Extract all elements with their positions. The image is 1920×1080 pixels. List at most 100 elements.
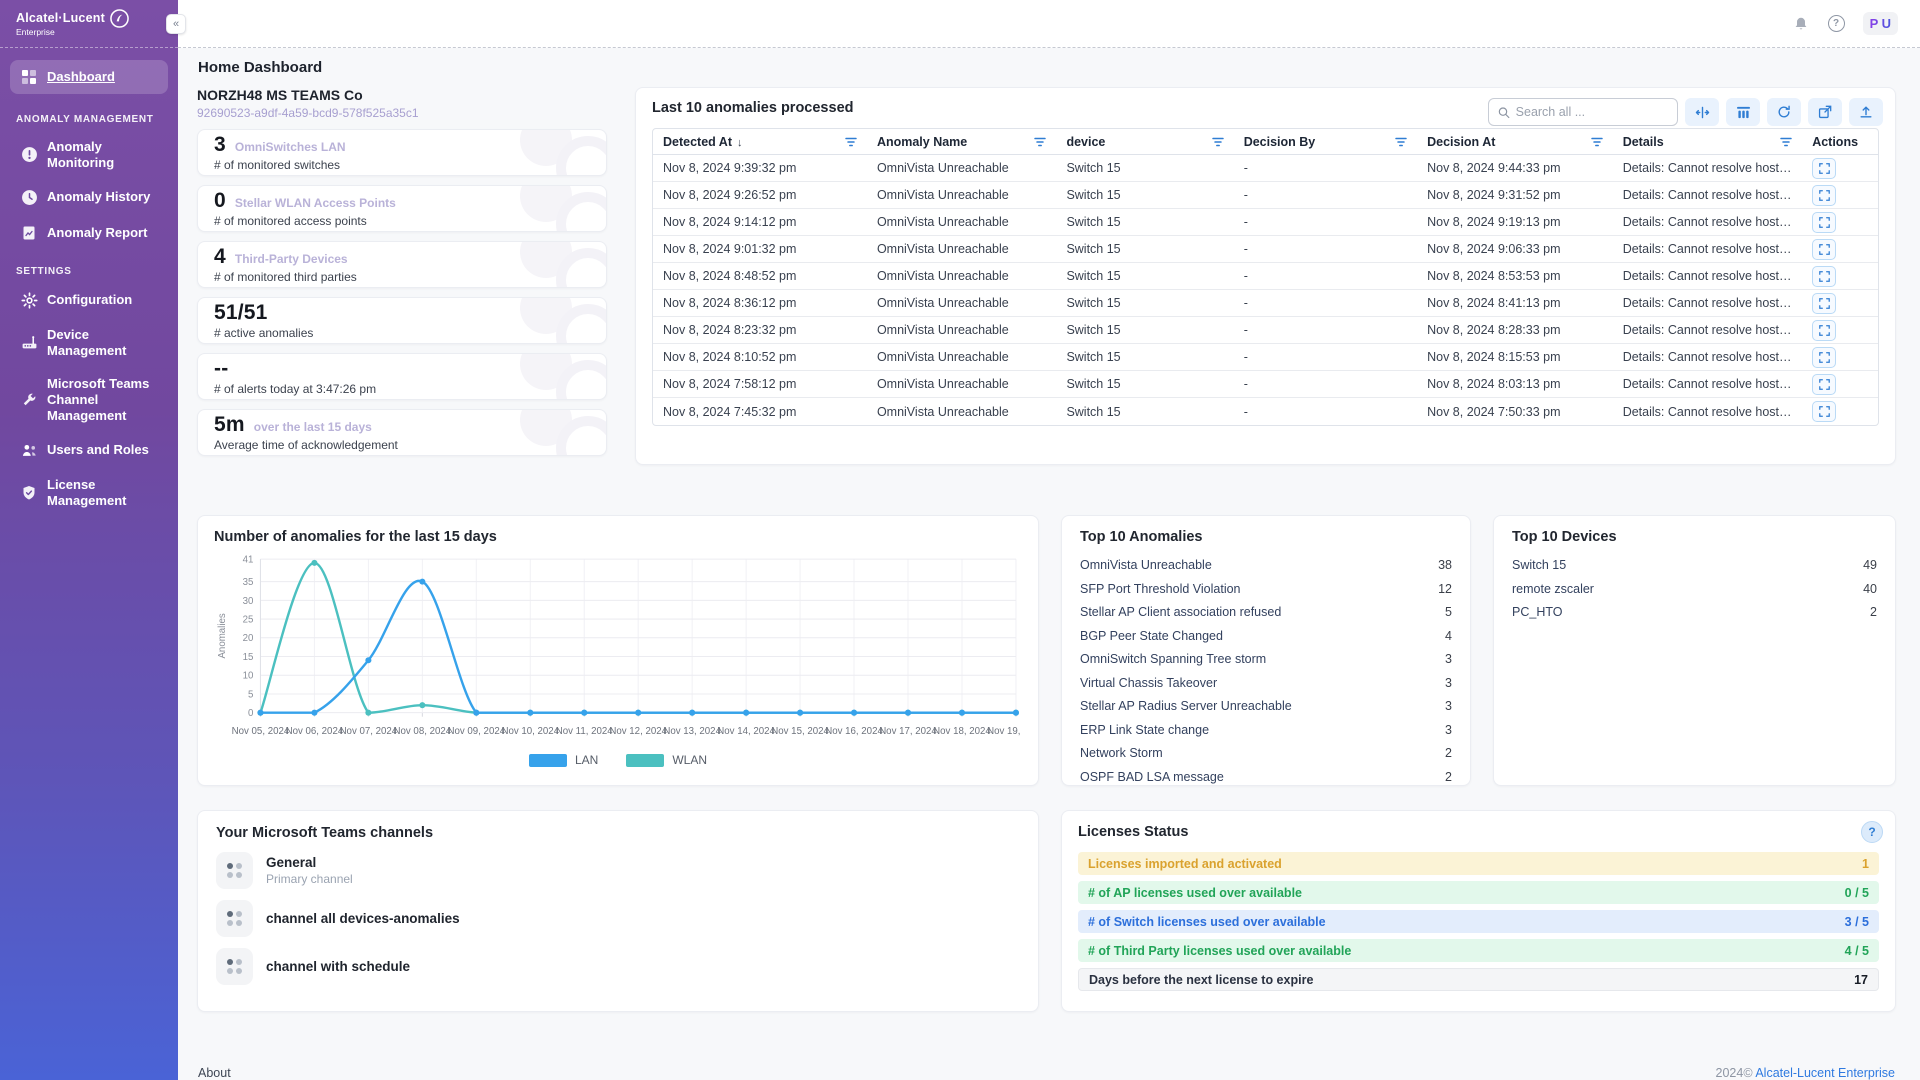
legend-item[interactable]: WLAN: [626, 753, 707, 767]
expand-details-button[interactable]: [1812, 185, 1836, 206]
table-row[interactable]: Nov 8, 2024 8:36:12 pm OmniVista Unreach…: [653, 290, 1878, 317]
stat-label: OmniSwitches LAN: [235, 140, 346, 154]
stat-card-third-party: 4Third-Party Devices # of monitored thir…: [197, 241, 607, 288]
license-label: Days before the next license to expire: [1089, 973, 1313, 987]
expand-details-button[interactable]: [1812, 158, 1836, 179]
cell-decision-by: -: [1234, 269, 1417, 283]
sidebar-collapse-button[interactable]: [166, 14, 186, 34]
cell-decision-by: -: [1234, 377, 1417, 391]
channel-item[interactable]: channel all devices-anomalies: [216, 900, 1020, 937]
table-row[interactable]: Nov 8, 2024 8:10:52 pm OmniVista Unreach…: [653, 344, 1878, 371]
company-link[interactable]: Alcatel-Lucent Enterprise: [1755, 1066, 1895, 1080]
stat-card-access-points: 0Stellar WLAN Access Points # of monitor…: [197, 185, 607, 232]
cell-detected-at: Nov 8, 2024 8:23:32 pm: [653, 323, 867, 337]
sidebar-item-configuration[interactable]: Configuration: [10, 283, 168, 317]
svg-text:0: 0: [248, 708, 254, 719]
top-anomalies-title: Top 10 Anomalies: [1080, 529, 1452, 545]
column-header-details[interactable]: Details: [1613, 135, 1802, 149]
anomaly-name: BGP Peer State Changed: [1080, 629, 1223, 643]
table-row[interactable]: Nov 8, 2024 9:01:32 pm OmniVista Unreach…: [653, 236, 1878, 263]
column-header-anomaly-name[interactable]: Anomaly Name: [867, 135, 1057, 149]
device-name: Switch 15: [1512, 558, 1566, 572]
anomaly-count: 12: [1438, 582, 1452, 596]
expand-icon: [1819, 190, 1830, 201]
teams-channels-title: Your Microsoft Teams channels: [216, 825, 1020, 841]
sidebar-item-users-and-roles[interactable]: Users and Roles: [10, 433, 168, 467]
license-label: Licenses imported and activated: [1088, 857, 1282, 871]
list-item: PC_HTO 2: [1512, 600, 1877, 624]
sidebar-item-license-management[interactable]: License Management: [10, 469, 168, 516]
expand-details-button[interactable]: [1812, 212, 1836, 233]
table-row[interactable]: Nov 8, 2024 9:14:12 pm OmniVista Unreach…: [653, 209, 1878, 236]
chart-title: Number of anomalies for the last 15 days: [214, 529, 1022, 545]
table-row[interactable]: Nov 8, 2024 9:26:52 pm OmniVista Unreach…: [653, 182, 1878, 209]
table-row[interactable]: Nov 8, 2024 8:48:52 pm OmniVista Unreach…: [653, 263, 1878, 290]
sidebar-item-dashboard[interactable]: Dashboard: [10, 60, 168, 94]
sidebar-item-anomaly-report[interactable]: Anomaly Report: [10, 216, 168, 250]
filter-icon[interactable]: [1591, 137, 1603, 147]
expand-details-button[interactable]: [1812, 293, 1836, 314]
filter-icon[interactable]: [1780, 137, 1792, 147]
top-devices-title: Top 10 Devices: [1512, 529, 1877, 545]
channel-item[interactable]: General Primary channel: [216, 852, 1020, 889]
sidebar-item-anomaly-monitoring[interactable]: Anomaly Monitoring: [10, 131, 168, 178]
expand-details-button[interactable]: [1812, 239, 1836, 260]
sidebar-item-teams-channel-management[interactable]: Microsoft Teams Channel Management: [10, 368, 168, 431]
cell-decision-by: -: [1234, 296, 1417, 310]
svg-text:5: 5: [248, 689, 253, 700]
stats-column: NORZH48 MS TEAMS Co 92690523-a9df-4a59-b…: [197, 87, 607, 465]
sidebar-item-device-management[interactable]: Device Management: [10, 319, 168, 366]
filter-icon[interactable]: [1034, 137, 1046, 147]
notifications-bell-icon[interactable]: [1792, 15, 1810, 33]
cell-anomaly-name: OmniVista Unreachable: [867, 242, 1057, 256]
anomaly-name: Stellar AP Client association refused: [1080, 605, 1281, 619]
list-item: OSPF BAD LSA message 2: [1080, 765, 1452, 789]
page-title: Home Dashboard: [198, 59, 1896, 76]
column-header-decision-by[interactable]: Decision By: [1234, 135, 1417, 149]
user-avatar[interactable]: P U: [1863, 12, 1898, 35]
about-link[interactable]: About: [198, 1066, 231, 1080]
expand-details-button[interactable]: [1812, 266, 1836, 287]
table-row[interactable]: Nov 8, 2024 9:39:32 pm OmniVista Unreach…: [653, 155, 1878, 182]
licenses-help-button[interactable]: ?: [1861, 821, 1883, 843]
expand-details-button[interactable]: [1812, 401, 1836, 422]
cell-device: Switch 15: [1056, 377, 1233, 391]
table-row[interactable]: Nov 8, 2024 7:45:32 pm OmniVista Unreach…: [653, 398, 1878, 425]
channel-subtitle: Primary channel: [266, 872, 353, 886]
open-in-new-button[interactable]: [1808, 98, 1842, 126]
search-icon: [1498, 106, 1510, 119]
expand-details-button[interactable]: [1812, 347, 1836, 368]
refresh-button[interactable]: [1767, 98, 1801, 126]
expand-details-button[interactable]: [1812, 320, 1836, 341]
filter-icon[interactable]: [845, 137, 857, 147]
table-row[interactable]: Nov 8, 2024 8:23:32 pm OmniVista Unreach…: [653, 317, 1878, 344]
list-item: Stellar AP Radius Server Unreachable 3: [1080, 694, 1452, 718]
expand-details-button[interactable]: [1812, 374, 1836, 395]
fit-columns-button[interactable]: [1685, 98, 1719, 126]
cell-decision-at: Nov 8, 2024 7:50:33 pm: [1417, 405, 1613, 419]
copyright: 2024© Alcatel-Lucent Enterprise: [1716, 1066, 1895, 1080]
list-item: OmniSwitch Spanning Tree storm 3: [1080, 647, 1452, 671]
column-label: device: [1066, 135, 1105, 149]
cell-decision-at: Nov 8, 2024 8:28:33 pm: [1417, 323, 1613, 337]
column-header-device[interactable]: device: [1056, 135, 1233, 149]
filter-icon[interactable]: [1395, 137, 1407, 147]
device-icon: [20, 334, 38, 352]
cell-detected-at: Nov 8, 2024 9:01:32 pm: [653, 242, 867, 256]
filter-icon[interactable]: [1212, 137, 1224, 147]
columns-button[interactable]: [1726, 98, 1760, 126]
expand-icon: [1819, 352, 1830, 363]
anomaly-name: OSPF BAD LSA message: [1080, 770, 1224, 784]
sidebar-item-anomaly-history[interactable]: Anomaly History: [10, 180, 168, 214]
help-icon[interactable]: ?: [1828, 15, 1845, 32]
column-header-detected-at[interactable]: Detected At: [653, 135, 867, 149]
legend-item[interactable]: LAN: [529, 753, 598, 767]
cell-device: Switch 15: [1056, 161, 1233, 175]
upload-button[interactable]: [1849, 98, 1883, 126]
table-row[interactable]: Nov 8, 2024 7:58:12 pm OmniVista Unreach…: [653, 371, 1878, 398]
cell-device: Switch 15: [1056, 269, 1233, 283]
cell-details: Details: Cannot resolve host addresss ..…: [1613, 242, 1802, 256]
column-header-decision-at[interactable]: Decision At: [1417, 135, 1613, 149]
channel-item[interactable]: channel with schedule: [216, 948, 1020, 985]
search-input[interactable]: [1516, 105, 1668, 119]
